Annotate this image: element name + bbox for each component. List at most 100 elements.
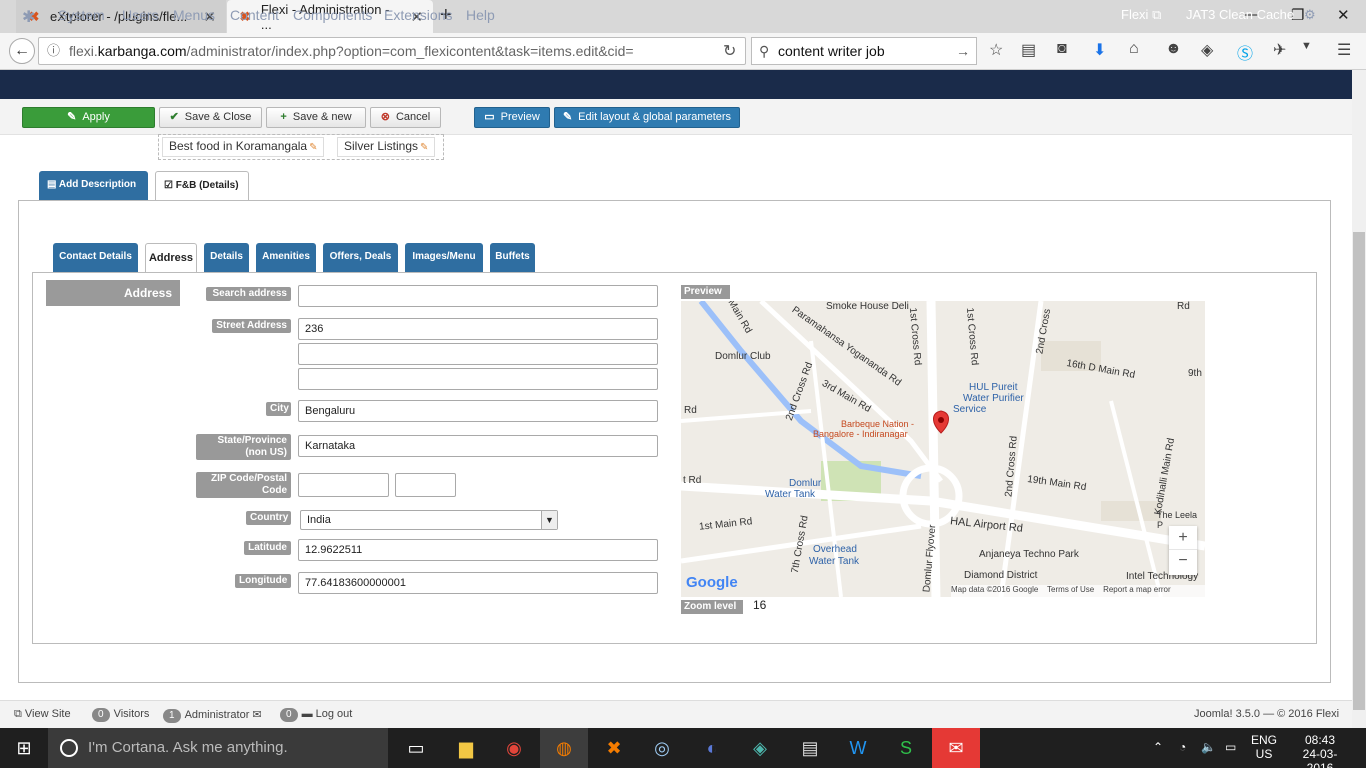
menu-content[interactable]: Content: [230, 7, 279, 23]
xampp-icon[interactable]: ✖: [590, 728, 638, 768]
window-close-button[interactable]: ✕: [1337, 6, 1350, 24]
scrollbar-thumb[interactable]: [1353, 232, 1365, 710]
zoom-out-button[interactable]: −: [1169, 550, 1197, 574]
tab-fb-details[interactable]: ☑ F&B (Details): [155, 171, 249, 201]
tag-item[interactable]: Silver Listings ✎: [337, 137, 436, 157]
task-view-icon[interactable]: ▭: [392, 728, 440, 768]
map-view[interactable]: Smoke House Deli Domlur Club Paramahansa…: [681, 301, 1205, 597]
extension-icon[interactable]: ✈: [1273, 40, 1286, 60]
wifi-icon[interactable]: ◔: [1179, 740, 1186, 754]
tab-address[interactable]: Address: [145, 243, 197, 272]
notepad-icon[interactable]: ▤: [786, 728, 834, 768]
city-input[interactable]: Bengaluru: [298, 400, 658, 422]
info-icon[interactable]: ⓘ: [47, 38, 60, 64]
wps-writer-icon[interactable]: W: [834, 728, 882, 768]
mail-app-icon[interactable]: ✉: [932, 728, 980, 768]
notification-icon[interactable]: ▭: [1225, 740, 1236, 754]
search-go-icon[interactable]: →: [956, 38, 970, 64]
street-address-line1[interactable]: 236: [298, 318, 658, 340]
tab-amenities[interactable]: Amenities: [256, 243, 316, 272]
report-error-link[interactable]: Report a map error: [1103, 585, 1171, 594]
home-icon[interactable]: ⌂: [1129, 40, 1139, 58]
network-app-icon[interactable]: ◎: [638, 728, 686, 768]
tab-offers-deals[interactable]: Offers, Deals: [323, 243, 398, 272]
firefox-icon[interactable]: ◍: [540, 728, 588, 768]
reading-list-icon[interactable]: ▤: [1021, 40, 1036, 60]
cancel-button[interactable]: ⊗ Cancel: [370, 107, 441, 128]
clock[interactable]: 08:43 24-03-2016: [1290, 733, 1350, 775]
search-address-input[interactable]: [298, 285, 658, 307]
tray-chevron-icon[interactable]: ⌃: [1153, 740, 1163, 754]
latitude-input[interactable]: 12.9622511: [298, 539, 658, 561]
remove-tag-icon[interactable]: ✎: [420, 142, 428, 153]
menu-help[interactable]: Help: [466, 7, 495, 23]
site-link-label: Flexi: [1121, 7, 1149, 22]
map-label: Service: [953, 404, 987, 415]
country-select[interactable]: India ▼: [300, 510, 558, 530]
eclipse-icon[interactable]: ◐: [688, 728, 736, 768]
apply-button[interactable]: ✎ Apply: [22, 107, 155, 128]
map-data-credit: Map data ©2016 Google: [951, 585, 1039, 594]
bookmark-star-icon[interactable]: ☆: [989, 40, 1003, 60]
clean-cache-link[interactable]: JAT3 Clean Cache: [1186, 7, 1294, 22]
zip-input[interactable]: [298, 473, 389, 497]
state-input[interactable]: Karnataka: [298, 435, 658, 457]
menu-components[interactable]: Components: [293, 7, 372, 23]
chat-icon[interactable]: ☻: [1165, 40, 1182, 58]
tab-images-menu[interactable]: Images/Menu: [405, 243, 483, 272]
joomla-logo-icon[interactable]: ✱: [22, 7, 35, 27]
spreadsheet-icon[interactable]: S: [882, 728, 930, 768]
latitude-label: Latitude: [244, 541, 291, 555]
menu-menus[interactable]: Menus: [173, 7, 215, 23]
tag-item[interactable]: Best food in Koramangala ✎: [162, 137, 325, 157]
longitude-input[interactable]: 77.64183600000001: [298, 572, 658, 594]
save-new-button[interactable]: + Save & new: [266, 107, 366, 128]
windows-start-icon[interactable]: ⊞: [0, 728, 48, 768]
view-site-link[interactable]: ⧉ View Site: [14, 708, 71, 721]
overflow-chevron-icon[interactable]: ▼: [1301, 40, 1312, 52]
terms-link[interactable]: Terms of Use: [1047, 585, 1094, 594]
shield-extension-icon[interactable]: ◈: [1201, 40, 1213, 60]
menu-system[interactable]: System: [58, 7, 105, 23]
cancel-label: Cancel: [395, 111, 431, 123]
site-link[interactable]: Flexi ⧉: [1121, 7, 1161, 23]
edit-icon: ✎: [562, 111, 573, 123]
skype-icon[interactable]: Ⓢ: [1237, 40, 1253, 64]
logout-link[interactable]: 0 ▬ Log out: [280, 708, 352, 722]
menu-extensions[interactable]: Extensions: [384, 7, 452, 23]
street-address-line3[interactable]: [298, 368, 658, 390]
url-bar[interactable]: ⓘ flexi.karbanga.com/administrator/index…: [38, 37, 746, 65]
search-bar[interactable]: ⚲ content writer job →: [751, 37, 977, 65]
app-icon[interactable]: ◈: [736, 728, 784, 768]
language-indicator[interactable]: ENG US: [1250, 733, 1278, 761]
hamburger-menu-icon[interactable]: ☰: [1337, 40, 1351, 60]
joomla-admin-bar: [0, 70, 1352, 99]
settings-gear-icon[interactable]: ⚙: [1304, 7, 1316, 23]
tab-add-description[interactable]: ▤ Add Description: [39, 171, 148, 201]
tab-details[interactable]: Details: [204, 243, 249, 272]
cortana-search-box[interactable]: I'm Cortana. Ask me anything.: [48, 728, 388, 768]
zoom-level-value: 16: [753, 598, 767, 612]
tab-contact-details[interactable]: Contact Details: [53, 243, 138, 272]
chrome-icon[interactable]: ◉: [490, 728, 538, 768]
back-button[interactable]: ←: [9, 38, 35, 64]
edit-icon: ✎: [67, 111, 77, 123]
menu-users[interactable]: Users: [122, 7, 159, 23]
remove-tag-icon[interactable]: ✎: [309, 142, 317, 153]
preview-button[interactable]: ▭ Preview: [474, 107, 550, 128]
street-address-label: Street Address: [212, 319, 291, 333]
chevron-down-icon[interactable]: ▼: [541, 511, 557, 529]
save-close-button[interactable]: ✔ Save & Close: [159, 107, 262, 128]
street-address-line2[interactable]: [298, 343, 658, 365]
preview-label: Preview: [500, 111, 540, 123]
zip-ext-input[interactable]: [395, 473, 456, 497]
file-explorer-icon[interactable]: ▆: [442, 728, 490, 768]
volume-icon[interactable]: 🔈: [1201, 740, 1216, 754]
edit-layout-button[interactable]: ✎ Edit layout & global parameters: [554, 107, 740, 128]
download-icon[interactable]: ⬇: [1093, 40, 1106, 60]
visitors-status: 0 Visitors: [92, 708, 149, 722]
tab-buffets[interactable]: Buffets: [490, 243, 535, 272]
pocket-icon[interactable]: ◙: [1057, 40, 1067, 58]
reload-icon[interactable]: ↻: [723, 38, 736, 64]
zoom-in-button[interactable]: +: [1169, 526, 1197, 550]
